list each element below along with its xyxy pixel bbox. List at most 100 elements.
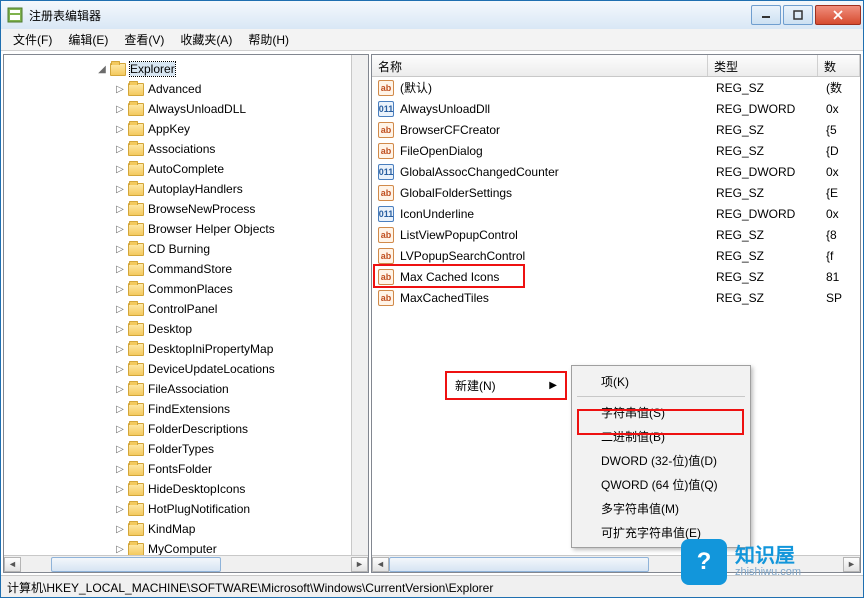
- expand-icon[interactable]: ▷: [114, 544, 126, 555]
- tree-item[interactable]: ▷Browser Helper Objects: [4, 219, 368, 239]
- tree-vscroll[interactable]: [351, 55, 368, 555]
- expand-icon[interactable]: ▷: [114, 244, 126, 255]
- list-hscroll[interactable]: ◄ ►: [372, 555, 860, 572]
- expand-icon[interactable]: ▷: [114, 304, 126, 315]
- scroll-left-icon[interactable]: ◄: [4, 557, 21, 572]
- list-row[interactable]: 011IconUnderlineREG_DWORD0x: [372, 203, 860, 224]
- expand-icon[interactable]: ▷: [114, 104, 126, 115]
- expand-icon[interactable]: ▷: [114, 204, 126, 215]
- string-icon: ab: [378, 185, 394, 201]
- expand-icon[interactable]: ▷: [114, 84, 126, 95]
- tree-hscroll-thumb[interactable]: [51, 557, 221, 572]
- tree-label: MyComputer: [148, 542, 217, 555]
- value-type: REG_DWORD: [716, 165, 826, 179]
- maximize-button[interactable]: [783, 5, 813, 25]
- ctx-dword32[interactable]: DWORD (32-位)值(D): [575, 448, 747, 472]
- list-row[interactable]: 011AlwaysUnloadDllREG_DWORD0x: [372, 98, 860, 119]
- expand-icon[interactable]: ▷: [114, 144, 126, 155]
- tree-view[interactable]: ◢Explorer▷Advanced▷AlwaysUnloadDLL▷AppKe…: [4, 55, 368, 555]
- expand-icon[interactable]: ▷: [114, 424, 126, 435]
- tree-item[interactable]: ▷DeviceUpdateLocations: [4, 359, 368, 379]
- list-row[interactable]: ab(默认)REG_SZ(数: [372, 77, 860, 98]
- context-menu-new: 项(K) 字符串值(S) 二进制值(B) DWORD (32-位)值(D) QW…: [571, 365, 751, 548]
- tree-item[interactable]: ▷HideDesktopIcons: [4, 479, 368, 499]
- tree-hscroll[interactable]: ◄ ►: [4, 555, 368, 572]
- tree-item[interactable]: ▷HotPlugNotification: [4, 499, 368, 519]
- expand-icon[interactable]: ▷: [114, 284, 126, 295]
- expand-icon[interactable]: ▷: [114, 444, 126, 455]
- list-row[interactable]: abMax Cached IconsREG_SZ81: [372, 266, 860, 287]
- list-row[interactable]: abFileOpenDialogREG_SZ{D: [372, 140, 860, 161]
- expand-icon[interactable]: ▷: [114, 464, 126, 475]
- col-type[interactable]: 类型: [708, 55, 818, 76]
- tree-item[interactable]: ▷Advanced: [4, 79, 368, 99]
- tree-item[interactable]: ▷ MyComputer: [4, 539, 368, 555]
- tree-item[interactable]: ▷ FontsFolder: [4, 459, 368, 479]
- context-new-item[interactable]: 新建(N) ▶: [445, 371, 567, 400]
- list-row[interactable]: abListViewPopupControlREG_SZ{8: [372, 224, 860, 245]
- expand-icon[interactable]: ▷: [114, 404, 126, 415]
- ctx-qword64[interactable]: QWORD (64 位)值(Q): [575, 472, 747, 496]
- scroll-left-icon[interactable]: ◄: [372, 557, 389, 572]
- minimize-button[interactable]: [751, 5, 781, 25]
- list-row[interactable]: abBrowserCFCreatorREG_SZ{5: [372, 119, 860, 140]
- expand-icon[interactable]: ▷: [114, 524, 126, 535]
- tree-item[interactable]: ▷ FileAssociation: [4, 379, 368, 399]
- scroll-right-icon[interactable]: ►: [351, 557, 368, 572]
- tree-item[interactable]: ▷AutoComplete: [4, 159, 368, 179]
- col-name[interactable]: 名称: [372, 55, 708, 76]
- ctx-binary[interactable]: 二进制值(B): [575, 424, 747, 448]
- tree-item[interactable]: ▷CommonPlaces: [4, 279, 368, 299]
- list-row[interactable]: abLVPopupSearchControlREG_SZ{f: [372, 245, 860, 266]
- menu-file[interactable]: 文件(F): [5, 29, 60, 50]
- expand-icon[interactable]: ▷: [114, 384, 126, 395]
- expand-icon[interactable]: ▷: [114, 364, 126, 375]
- ctx-key[interactable]: 项(K): [575, 369, 747, 393]
- tree-item[interactable]: ▷BrowseNewProcess: [4, 199, 368, 219]
- tree-item[interactable]: ▷AppKey: [4, 119, 368, 139]
- expand-icon[interactable]: ▷: [114, 484, 126, 495]
- ctx-multisz[interactable]: 多字符串值(M): [575, 496, 747, 520]
- expand-icon[interactable]: ▷: [114, 184, 126, 195]
- tree-item[interactable]: ▷CD Burning: [4, 239, 368, 259]
- tree-item[interactable]: ▷AlwaysUnloadDLL: [4, 99, 368, 119]
- list-hscroll-thumb[interactable]: [389, 557, 649, 572]
- menu-help[interactable]: 帮助(H): [240, 29, 297, 50]
- tree-item[interactable]: ▷KindMap: [4, 519, 368, 539]
- tree-item[interactable]: ▷ControlPanel: [4, 299, 368, 319]
- tree-label: FileAssociation: [148, 382, 229, 396]
- folder-icon: [128, 523, 144, 536]
- ctx-string[interactable]: 字符串值(S): [575, 400, 747, 424]
- tree-item[interactable]: ▷DesktopIniPropertyMap: [4, 339, 368, 359]
- scroll-right-icon[interactable]: ►: [843, 557, 860, 572]
- value-type: REG_SZ: [716, 144, 826, 158]
- list-row[interactable]: abGlobalFolderSettingsREG_SZ{E: [372, 182, 860, 203]
- menu-favorites[interactable]: 收藏夹(A): [172, 29, 240, 50]
- expand-icon[interactable]: ▷: [114, 224, 126, 235]
- expand-icon[interactable]: ▷: [114, 324, 126, 335]
- collapse-icon[interactable]: ◢: [96, 64, 108, 75]
- menu-view[interactable]: 查看(V): [116, 29, 172, 50]
- list-row[interactable]: abMaxCachedTilesREG_SZSP: [372, 287, 860, 308]
- tree-item[interactable]: ▷CommandStore: [4, 259, 368, 279]
- value-type: REG_DWORD: [716, 102, 826, 116]
- menu-edit[interactable]: 编辑(E): [60, 29, 116, 50]
- tree-label: FontsFolder: [148, 462, 212, 476]
- close-button[interactable]: [815, 5, 861, 25]
- tree-item[interactable]: ▷Associations: [4, 139, 368, 159]
- tree-item[interactable]: ▷Desktop: [4, 319, 368, 339]
- tree-item[interactable]: ▷AutoplayHandlers: [4, 179, 368, 199]
- expand-icon[interactable]: ▷: [114, 264, 126, 275]
- tree-item[interactable]: ▷FolderDescriptions: [4, 419, 368, 439]
- expand-icon[interactable]: ▷: [114, 124, 126, 135]
- expand-icon[interactable]: ▷: [114, 504, 126, 515]
- col-data[interactable]: 数: [818, 55, 860, 76]
- tree-item-explorer[interactable]: ◢Explorer: [4, 59, 368, 79]
- value-name: BrowserCFCreator: [400, 123, 716, 137]
- ctx-expandsz[interactable]: 可扩充字符串值(E): [575, 520, 747, 544]
- tree-item[interactable]: ▷FindExtensions: [4, 399, 368, 419]
- expand-icon[interactable]: ▷: [114, 164, 126, 175]
- tree-item[interactable]: ▷FolderTypes: [4, 439, 368, 459]
- list-row[interactable]: 011GlobalAssocChangedCounterREG_DWORD0x: [372, 161, 860, 182]
- expand-icon[interactable]: ▷: [114, 344, 126, 355]
